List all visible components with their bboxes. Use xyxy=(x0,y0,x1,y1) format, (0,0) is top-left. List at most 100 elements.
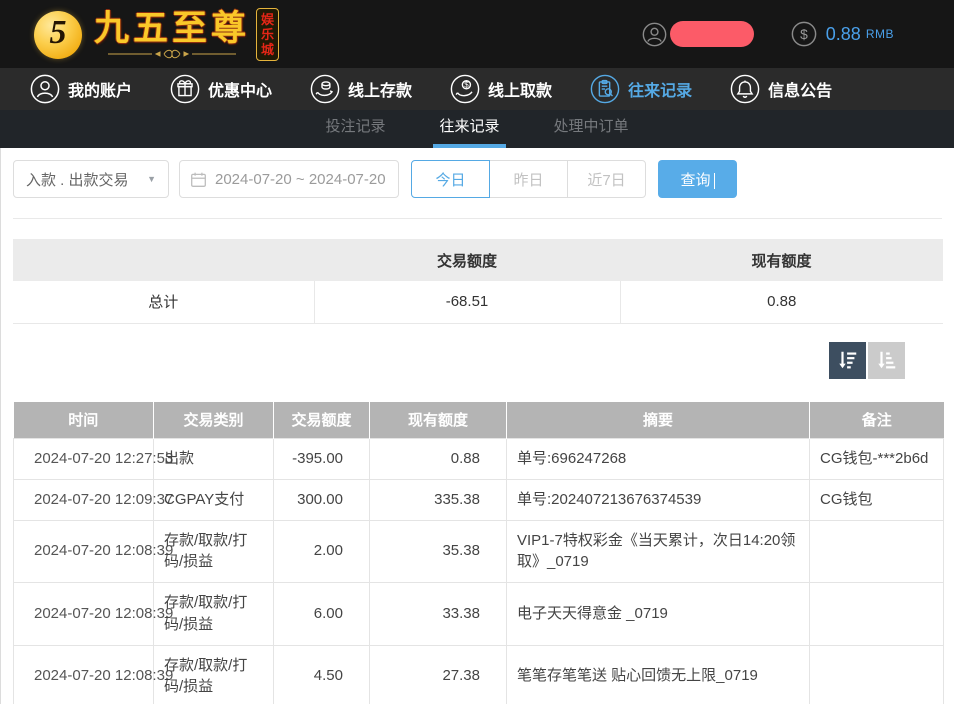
summary-total-label: 总计 xyxy=(13,281,314,323)
sort-asc-icon xyxy=(876,349,898,371)
table-cell: 27.38 xyxy=(370,645,507,704)
nav-label: 线上取款 xyxy=(488,77,552,101)
table-cell: 电子天天得意金 _0719 xyxy=(507,583,810,646)
summary-total-transaction: -68.51 xyxy=(314,281,620,323)
withdraw-hand-icon: $ xyxy=(450,74,480,104)
user-icon xyxy=(30,74,60,104)
transaction-type-select[interactable]: 入款 . 出款交易 ▼ xyxy=(13,160,169,198)
flourish-icon xyxy=(108,49,236,59)
table-cell: 33.38 xyxy=(370,583,507,646)
today-button[interactable]: 今日 xyxy=(411,160,490,198)
col-header-summary: 摘要 xyxy=(507,402,810,439)
table-cell: 2024-07-20 12:08:39 xyxy=(14,520,154,583)
nav-item-promotions[interactable]: 优惠中心 xyxy=(170,74,272,104)
calendar-icon xyxy=(190,171,207,188)
table-cell: 4.50 xyxy=(274,645,370,704)
col-header-remark: 备注 xyxy=(810,402,944,439)
date-range-value: 2024-07-20 ~ 2024-07-20 xyxy=(215,171,386,188)
svg-text:$: $ xyxy=(800,26,808,42)
table-row: 2024-07-20 12:08:39存款/取款/打码/损益2.0035.38V… xyxy=(14,520,944,583)
nav-item-my-account[interactable]: 我的账户 xyxy=(30,74,132,104)
col-header-category: 交易类别 xyxy=(154,402,274,439)
table-row: 2024-07-20 12:09:37CGPAY支付300.00335.38单号… xyxy=(14,479,944,520)
nav-label: 我的账户 xyxy=(68,77,132,101)
summary-total-balance: 0.88 xyxy=(620,281,943,323)
table-cell: VIP1-7特权彩金《当天累计，次日14:20领取》_0719 xyxy=(507,520,810,583)
col-header-balance: 现有额度 xyxy=(370,402,507,439)
summary-table: 交易额度 现有额度 总计 -68.51 0.88 xyxy=(13,239,943,324)
account-avatar-icon[interactable] xyxy=(642,22,667,47)
table-cell xyxy=(810,645,944,704)
table-cell: 2024-07-20 12:08:39 xyxy=(14,645,154,704)
nav-item-deposit[interactable]: 线上存款 xyxy=(310,74,412,104)
logo-badge: 娱 乐 城 xyxy=(256,8,279,61)
filter-row: 入款 . 出款交易 ▼ 2024-07-20 ~ 2024-07-20 今日 昨… xyxy=(13,148,942,198)
search-button-label: 查询 xyxy=(680,172,710,189)
sort-desc-icon xyxy=(837,349,859,371)
records-clipboard-icon xyxy=(590,74,620,104)
sort-descending-button[interactable] xyxy=(829,342,866,379)
logo-monogram: 5 xyxy=(50,14,67,52)
table-cell: CGPAY支付 xyxy=(154,479,274,520)
nav-item-announcements[interactable]: 信息公告 xyxy=(730,74,832,104)
username-redacted xyxy=(670,21,754,47)
deposit-hand-icon xyxy=(310,74,340,104)
nav-label: 往来记录 xyxy=(628,77,692,101)
table-row: 2024-07-20 12:08:39存款/取款/打码/损益4.5027.38笔… xyxy=(14,645,944,704)
sort-controls xyxy=(13,342,942,379)
col-header-amount: 交易额度 xyxy=(274,402,370,439)
transactions-table: 时间 交易类别 交易额度 现有额度 摘要 备注 2024-07-20 12:27… xyxy=(13,402,944,704)
bell-icon xyxy=(730,74,760,104)
table-cell: 出款 xyxy=(154,439,274,480)
last-7-days-button[interactable]: 近7日 xyxy=(567,160,646,198)
tab-betting-records[interactable]: 投注记录 xyxy=(319,110,391,148)
nav-item-withdraw[interactable]: $ 线上取款 xyxy=(450,74,552,104)
dollar-coin-icon: $ xyxy=(791,21,817,47)
tab-processing-orders[interactable]: 处理中订单 xyxy=(548,110,635,148)
table-cell: 笔笔存笔笔送 贴心回馈无上限_0719 xyxy=(507,645,810,704)
table-cell xyxy=(810,520,944,583)
table-cell: 0.88 xyxy=(370,439,507,480)
table-cell: 单号:202407213676374539 xyxy=(507,479,810,520)
date-range-input[interactable]: 2024-07-20 ~ 2024-07-20 xyxy=(179,160,399,198)
table-cell: 存款/取款/打码/损益 xyxy=(154,520,274,583)
site-logo[interactable]: 5 九五至尊 娱 乐 城 xyxy=(34,8,279,61)
nav-item-records[interactable]: 往来记录 xyxy=(590,74,692,104)
top-bar: 5 九五至尊 娱 乐 城 xyxy=(0,0,954,68)
table-cell xyxy=(810,583,944,646)
balance-currency: RMB xyxy=(866,27,894,41)
text-cursor xyxy=(714,173,715,189)
table-row: 2024-07-20 12:27:53出款-395.000.88单号:69624… xyxy=(14,439,944,480)
main-nav: 我的账户 优惠中心 线上存款 xyxy=(0,68,954,110)
summary-header-transaction: 交易额度 xyxy=(314,239,620,281)
sort-ascending-button[interactable] xyxy=(868,342,905,379)
search-button[interactable]: 查询 xyxy=(658,160,737,198)
summary-header-row: 交易额度 现有额度 xyxy=(13,239,943,281)
table-cell: 2.00 xyxy=(274,520,370,583)
chevron-down-icon: ▼ xyxy=(147,174,156,184)
summary-total-row: 总计 -68.51 0.88 xyxy=(13,281,943,323)
table-cell: 2024-07-20 12:27:53 xyxy=(14,439,154,480)
table-cell: -395.00 xyxy=(274,439,370,480)
summary-header-balance: 现有额度 xyxy=(620,239,943,281)
tab-transaction-records[interactable]: 往来记录 xyxy=(433,110,505,148)
site-title: 九五至尊 xyxy=(94,11,250,47)
content-area: 入款 . 出款交易 ▼ 2024-07-20 ~ 2024-07-20 今日 昨… xyxy=(0,148,954,704)
nav-label: 线上存款 xyxy=(348,77,412,101)
table-header-row: 时间 交易类别 交易额度 现有额度 摘要 备注 xyxy=(14,402,944,439)
table-cell: CG钱包-***2b6d xyxy=(810,439,944,480)
gift-icon xyxy=(170,74,200,104)
nav-label: 优惠中心 xyxy=(208,77,272,101)
yesterday-button[interactable]: 昨日 xyxy=(489,160,568,198)
svg-text:$: $ xyxy=(464,81,469,90)
table-cell: 存款/取款/打码/损益 xyxy=(154,583,274,646)
summary-header-blank xyxy=(13,239,314,281)
table-cell: 单号:696247268 xyxy=(507,439,810,480)
table-row: 2024-07-20 12:08:39存款/取款/打码/损益6.0033.38电… xyxy=(14,583,944,646)
table-cell: 300.00 xyxy=(274,479,370,520)
divider xyxy=(13,218,942,219)
balance-amount: 0.88 xyxy=(826,24,861,45)
table-cell: 2024-07-20 12:08:39 xyxy=(14,583,154,646)
table-cell: 2024-07-20 12:09:37 xyxy=(14,479,154,520)
logo-monogram-icon: 5 xyxy=(34,11,82,59)
